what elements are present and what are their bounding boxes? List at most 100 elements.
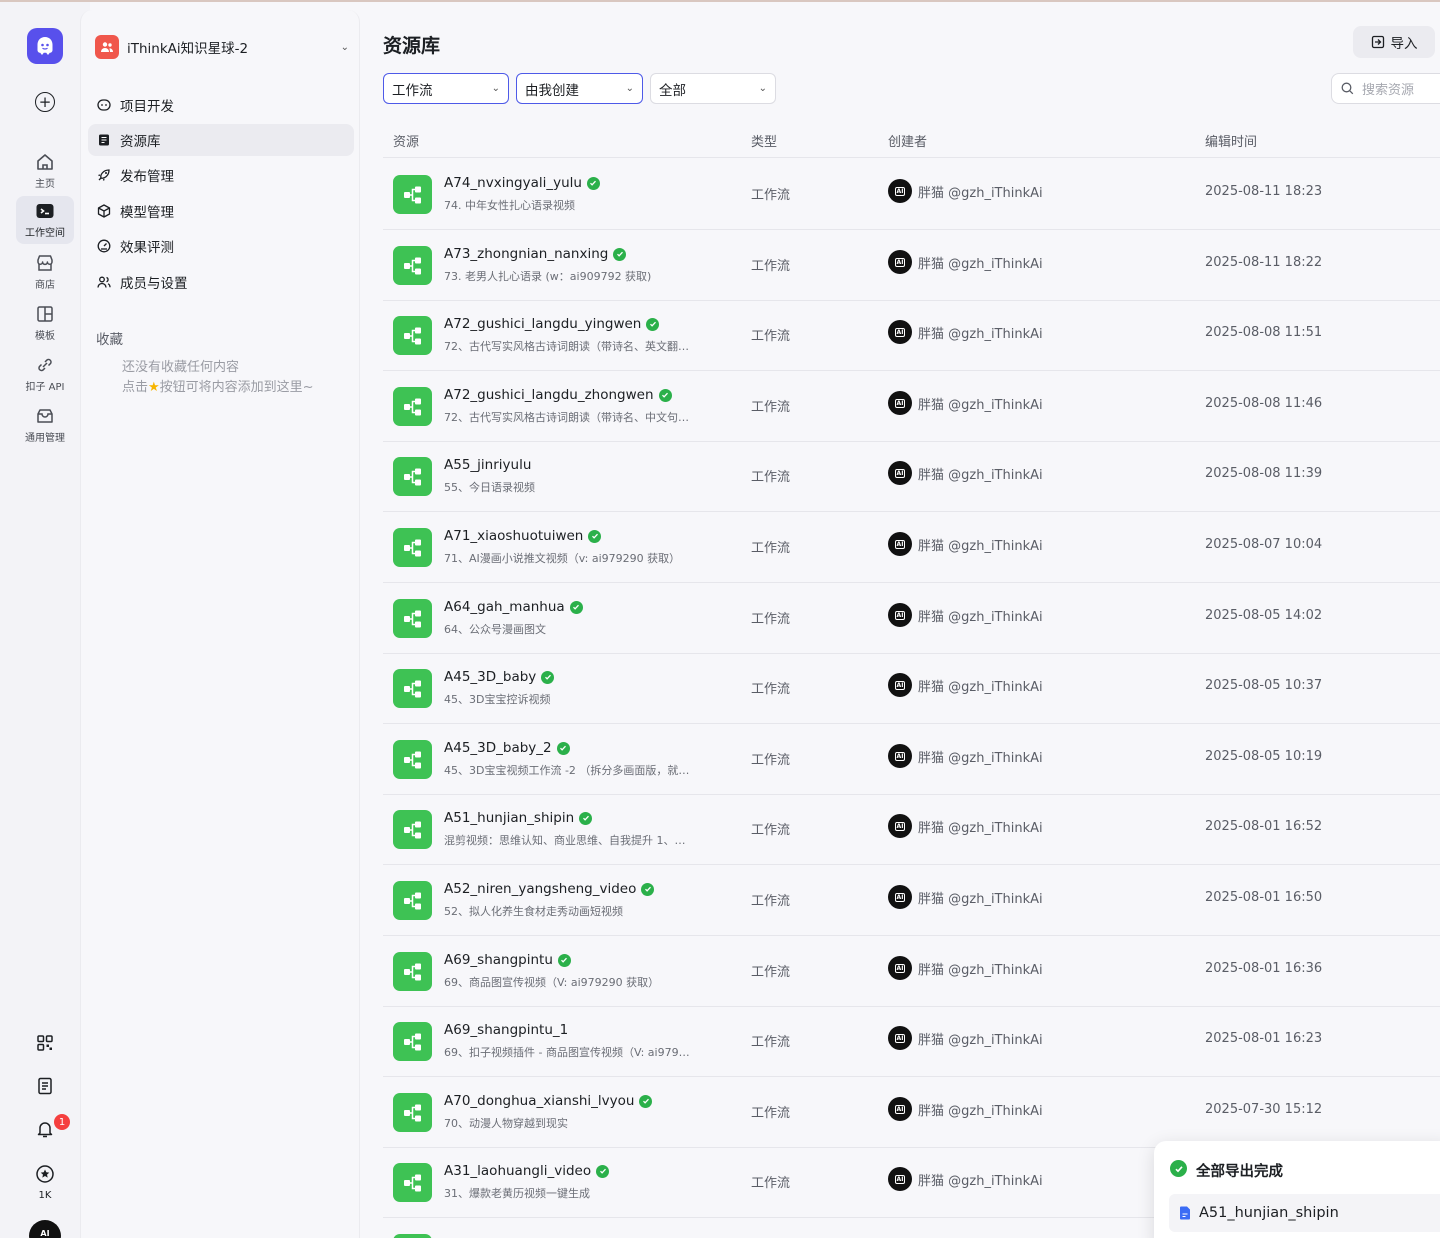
toast-file-name: A51_hunjian_shipin [1199, 1205, 1339, 1221]
rail-item-template[interactable]: 模板 [16, 299, 74, 347]
user-avatar[interactable]: AI [29, 1220, 61, 1238]
chevron-down-icon: ⌄ [625, 83, 634, 94]
resource-name-cell[interactable]: A71_xiaoshuotuiwen [444, 528, 602, 544]
edit-time: 2025-07-30 15:12 [1205, 1102, 1323, 1117]
document-icon [38, 1077, 52, 1095]
table-row[interactable]: A55_jinriyulu 55、今日语录视频 工作流 AI 胖猫 @gzh_iThin… [383, 440, 1440, 510]
table-row[interactable]: A69_shangpintu 69、商品图宣传视频（V: ai979290 获取）… [383, 935, 1440, 1005]
column-header-edited: 编辑时间 [1205, 135, 1258, 150]
model-cube-icon [96, 203, 112, 219]
chevron-down-icon: ⌄ [758, 83, 767, 94]
filter-type-value: 工作流 [392, 82, 433, 99]
creator-name: 胖猫 @gzh_iThinkAi [918, 467, 1043, 483]
table-row[interactable]: A45_3D_baby 45、3D宝宝控诉视频 工作流 AI 胖猫 @gzh_iThin… [383, 652, 1440, 722]
rail-item-store[interactable]: 商店 [16, 248, 74, 296]
resource-name-cell[interactable]: A52_niren_yangsheng_video [444, 881, 655, 897]
creator-name: 胖猫 @gzh_iThinkAi [918, 256, 1043, 272]
import-button[interactable]: 导入 [1353, 26, 1435, 58]
resource-description: 52、拟人化养生食材走秀动画短视频 [444, 905, 623, 918]
creator-name: 胖猫 @gzh_iThinkAi [918, 750, 1043, 766]
import-icon [1371, 35, 1384, 49]
creator-avatar-text: AI [894, 892, 906, 902]
create-icon[interactable]: + [35, 92, 55, 112]
resource-name-cell[interactable]: A72_gushici_langdu_yingwen [444, 316, 660, 332]
creator-avatar: AI [888, 744, 912, 768]
creator-avatar: AI [888, 391, 912, 415]
resource-name-cell[interactable]: A73_zhongnian_nanxing [444, 246, 627, 262]
table-row[interactable]: A72_gushici_langdu_zhongwen 72、古代写实风格古诗词朗… [383, 370, 1440, 440]
creator-avatar-text: AI [894, 821, 906, 831]
creator-cell: AI 胖猫 @gzh_iThinkAi [888, 1167, 1043, 1191]
resource-name: A72_gushici_langdu_yingwen [444, 316, 642, 332]
workflow-icon [393, 1093, 432, 1132]
nav-label-members: 成员与设置 [120, 276, 188, 292]
table-row[interactable]: A72_gushici_langdu_yingwen 72、古代写实风格古诗词朗读… [383, 299, 1440, 369]
resource-name-cell[interactable]: A69_shangpintu_1 [444, 1022, 568, 1038]
star-circle-icon [36, 1165, 54, 1183]
resource-type: 工作流 [751, 400, 791, 415]
workflow-icon [393, 1163, 432, 1202]
rail-item-api[interactable]: 扣子 API [16, 350, 74, 398]
workflow-icon [393, 457, 432, 496]
app-logo[interactable] [27, 28, 63, 64]
rocket-icon [96, 167, 112, 183]
nav-item-projects[interactable]: 项目开发 [88, 89, 354, 121]
creator-name: 胖猫 @gzh_iThinkAi [918, 185, 1043, 201]
column-header-creator: 创建者 [888, 135, 928, 150]
resource-name-cell[interactable]: A31_laohuangli_video [444, 1163, 610, 1179]
resource-name-cell[interactable]: A45_3D_baby_2 [444, 740, 570, 756]
resource-name-cell[interactable]: A74_nvxingyali_yulu [444, 175, 600, 191]
docs-button[interactable] [30, 1071, 60, 1101]
resource-name-cell[interactable]: A55_jinriyulu [444, 457, 531, 473]
creator-avatar-text: AI [894, 963, 906, 973]
creator-avatar-text: AI [894, 1174, 906, 1184]
resource-name-cell[interactable]: A69_shangpintu [444, 952, 571, 968]
edit-time: 2025-08-05 14:02 [1205, 608, 1323, 623]
store-icon [37, 255, 53, 271]
resource-name: A74_nvxingyali_yulu [444, 175, 582, 191]
notification-badge: 1 [54, 1114, 70, 1130]
table-row[interactable]: A52_niren_yangsheng_video 52、拟人化养生食材走秀动画短… [383, 864, 1440, 934]
table-row[interactable]: A69_shangpintu_1 69、扣子视频插件 - 商品图宣传视频（V: a… [383, 1005, 1440, 1075]
resource-name-cell[interactable]: A64_gah_manhua [444, 599, 583, 615]
apps-grid-button[interactable] [30, 1028, 60, 1058]
filter-creator-select[interactable]: 由我创建 ⌄ [516, 73, 643, 104]
resource-name-cell[interactable]: A72_gushici_langdu_zhongwen [444, 387, 672, 403]
toast-file-item[interactable]: A51_hunjian_shipin [1169, 1194, 1440, 1232]
filter-type-select[interactable]: 工作流 ⌄ [383, 73, 509, 104]
resource-name: A71_xiaoshuotuiwen [444, 528, 584, 544]
search-input[interactable]: 搜索资源 [1331, 73, 1440, 104]
chevron-down-icon: ⌄ [340, 41, 349, 53]
table-row[interactable]: A51_hunjian_shipin 混剪视频：思维认知、商业思维、自我提升 1、… [383, 793, 1440, 863]
rail-item-workspace[interactable]: 工作空间 [16, 196, 74, 244]
table-row[interactable]: A73_zhongnian_nanxing 73. 老男人扎心语录 (w：ai90… [383, 229, 1440, 299]
column-header-resource: 资源 [393, 135, 420, 150]
nav-item-evaluation[interactable]: 效果评测 [88, 230, 354, 262]
rail-item-home[interactable]: 主页 [16, 147, 74, 195]
nav-item-publish[interactable]: 发布管理 [88, 159, 354, 191]
creator-cell: AI 胖猫 @gzh_iThinkAi [888, 956, 1043, 980]
space-selector[interactable]: iThinkAi知识星球-2 ⌄ [95, 34, 351, 60]
verified-check-icon [579, 811, 593, 825]
resource-name-cell[interactable]: A45_3D_baby [444, 669, 555, 685]
nav-item-models[interactable]: 模型管理 [88, 195, 354, 227]
resource-type: 工作流 [751, 259, 791, 274]
rail-item-admin[interactable]: 通用管理 [16, 401, 74, 449]
creator-name: 胖猫 @gzh_iThinkAi [918, 962, 1043, 978]
filter-status-select[interactable]: 全部 ⌄ [650, 73, 776, 104]
table-row[interactable]: A71_xiaoshuotuiwen 71、AI漫画小说推文视频（v: ai979… [383, 511, 1440, 581]
edit-time: 2025-08-05 10:19 [1205, 749, 1323, 764]
table-row[interactable]: A64_gah_manhua 64、公众号漫画图文 工作流 AI 胖猫 @gzh_iTh… [383, 582, 1440, 652]
resource-name-cell[interactable]: A70_donghua_xianshi_lvyou [444, 1093, 653, 1109]
nav-item-members[interactable]: 成员与设置 [88, 266, 354, 298]
nav-item-library[interactable]: 资源库 [88, 124, 354, 156]
favorites-hint-prefix: 点击 [122, 380, 149, 395]
workspace-icon [36, 204, 54, 218]
table-row[interactable]: A74_nvxingyali_yulu 74. 中年女性扎心语录视频 工作流 AI 胖猫… [383, 158, 1440, 228]
resource-name-cell[interactable]: A51_hunjian_shipin [444, 810, 593, 826]
table-row[interactable]: A70_donghua_xianshi_lvyou 70、动漫人物穿越到现实 工作流… [383, 1076, 1440, 1146]
table-row[interactable]: A45_3D_baby_2 45、3D宝宝视频工作流 -2 （拆分多画面版，就… 工… [383, 723, 1440, 793]
creator-avatar: AI [888, 956, 912, 980]
rail-label-api: 扣子 API [25, 382, 65, 393]
star-button[interactable] [30, 1159, 60, 1189]
